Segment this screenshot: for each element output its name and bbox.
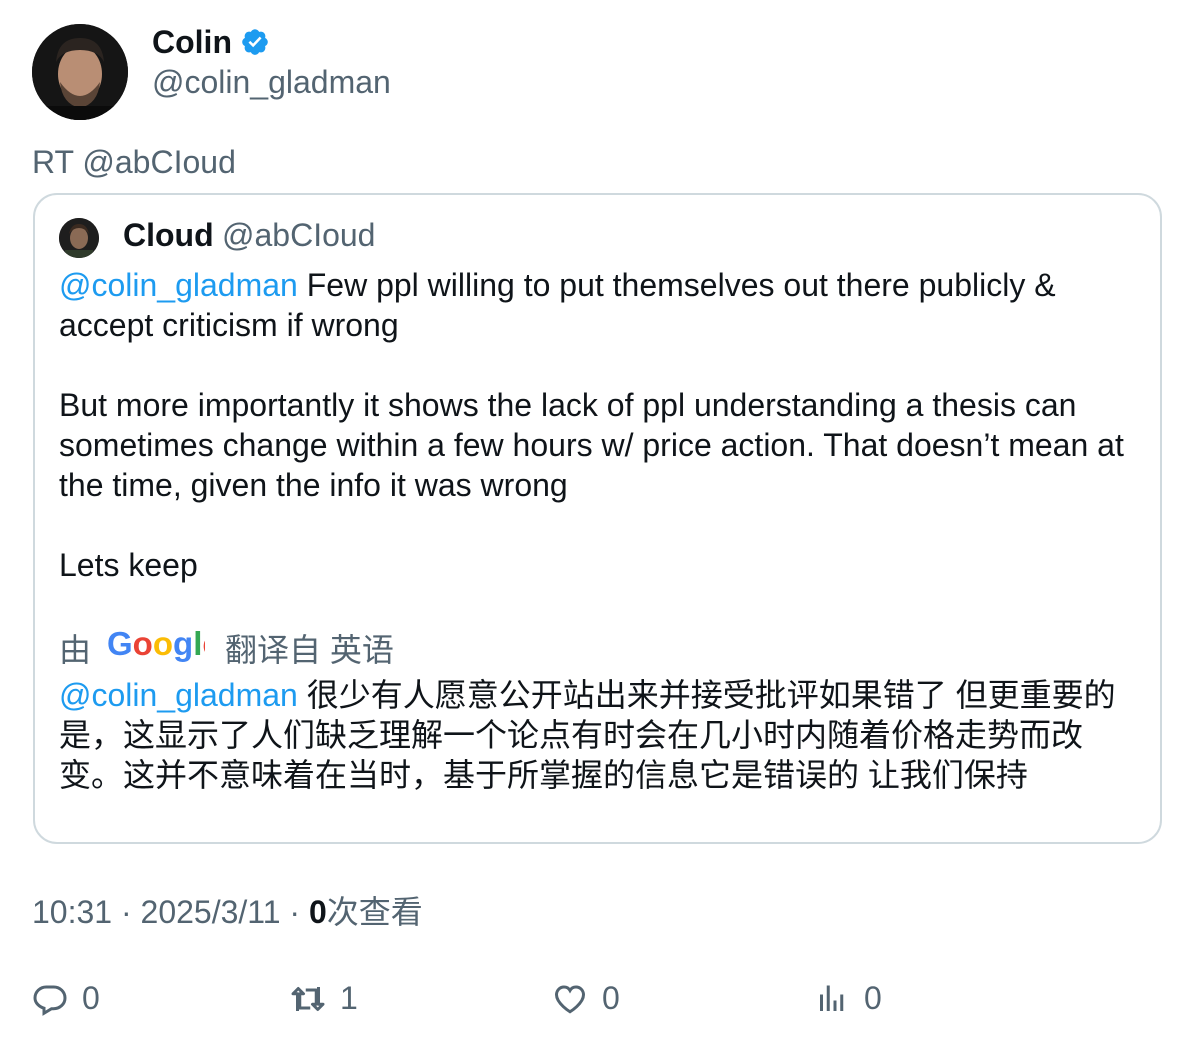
- heart-icon: [554, 984, 586, 1014]
- verified-badge-icon: [240, 27, 270, 57]
- author-avatar[interactable]: [32, 24, 128, 120]
- retweet-line: RT @abCIoud: [32, 144, 236, 180]
- reply-button[interactable]: 0: [32, 980, 100, 1017]
- quoted-author-avatar[interactable]: [59, 218, 99, 258]
- tweet-meta: 10:31 · 2025/3/11 · 0次查看: [32, 892, 423, 932]
- mention-link[interactable]: @colin_gladman: [59, 267, 298, 303]
- author-name-row: Colin: [152, 22, 270, 62]
- quoted-tweet-card[interactable]: Cloud @abCIoud @colin_gladman Few ppl wi…: [33, 193, 1162, 844]
- tweet-date[interactable]: 2025/3/11: [141, 894, 281, 930]
- views-label: 次查看: [326, 894, 423, 930]
- translated-text: @colin_gladman 很少有人愿意公开站出来并接受批评如果错了 但更重要…: [59, 675, 1144, 795]
- tweet-time[interactable]: 10:31: [32, 894, 112, 930]
- like-count: 0: [602, 980, 620, 1016]
- retweet-button[interactable]: 1: [290, 980, 358, 1017]
- views-button[interactable]: 0: [814, 980, 882, 1017]
- author-handle[interactable]: @colin_gladman: [152, 62, 391, 102]
- svg-text:Google: Google: [107, 627, 205, 662]
- reply-count: 0: [82, 980, 100, 1016]
- retweet-icon: [291, 986, 325, 1011]
- retweet-count: 1: [340, 980, 358, 1016]
- quoted-tweet-text: @colin_gladman Few ppl willing to put th…: [59, 265, 1144, 585]
- action-bar: 0 1 0 0: [32, 980, 1172, 1020]
- meta-separator: ·: [112, 894, 141, 930]
- views-action-count: 0: [864, 980, 882, 1016]
- author-name[interactable]: Colin: [152, 22, 232, 62]
- like-button[interactable]: 0: [552, 980, 620, 1017]
- quoted-paragraph-2: But more importantly it shows the lack o…: [59, 387, 1124, 503]
- translated-by-label: 由: [59, 631, 92, 668]
- quoted-paragraph-3: Lets keep: [59, 547, 198, 583]
- translated-from-label[interactable]: 翻译自 英语: [225, 630, 394, 670]
- meta-separator: ·: [280, 894, 309, 930]
- translated-mention-link[interactable]: @colin_gladman: [59, 677, 298, 713]
- reply-icon: [33, 985, 67, 1016]
- quoted-paragraph-1: @colin_gladman Few ppl willing to put th…: [59, 265, 1144, 345]
- analytics-icon: [820, 985, 844, 1011]
- quoted-author-handle[interactable]: @abCIoud: [222, 215, 375, 255]
- google-logo-icon: Google: [107, 625, 221, 672]
- translation-attribution: 由 Google 翻译自 英语: [59, 625, 394, 672]
- quoted-author-name[interactable]: Cloud: [123, 215, 214, 255]
- views-count: 0: [308, 894, 327, 930]
